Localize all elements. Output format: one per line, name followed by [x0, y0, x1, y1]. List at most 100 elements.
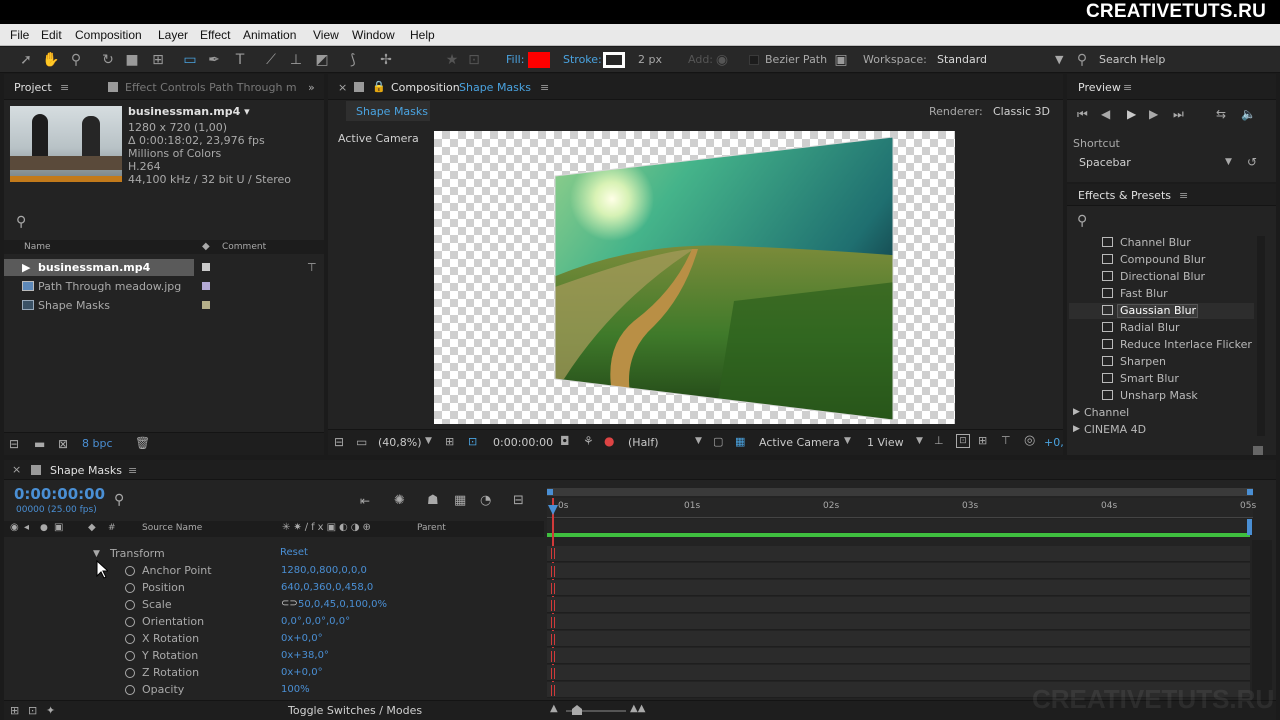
keyframe-indicator[interactable]	[551, 583, 555, 594]
label-tag-icon[interactable]: ◆	[88, 522, 96, 533]
draft-3d-icon[interactable]: ✺	[394, 493, 405, 508]
effect-item[interactable]: Directional Blur	[1102, 270, 1205, 283]
solo-icon[interactable]: ●	[40, 523, 48, 533]
tab-effects-presets[interactable]: Effects & Presets	[1078, 189, 1171, 202]
stroke-width-value[interactable]: 2 px	[638, 53, 662, 66]
keyframe-indicator[interactable]	[551, 651, 555, 662]
expand-layer-switches-icon[interactable]: ⊞	[10, 704, 19, 717]
loop-icon[interactable]: ⇆	[1216, 107, 1226, 121]
time-ruler[interactable]	[547, 498, 1253, 518]
property-value[interactable]: 640,0,360,0,458,0	[281, 582, 373, 593]
property-value[interactable]: 0,0°,0,0°,0,0°	[281, 616, 350, 627]
stopwatch-icon[interactable]	[125, 634, 135, 644]
menu-edit[interactable]: Edit	[41, 28, 62, 42]
property-value[interactable]: 1280,0,800,0,0,0	[281, 565, 367, 576]
tab-project[interactable]: Project	[14, 81, 52, 94]
search-icon[interactable]: ⚲	[1077, 213, 1087, 229]
workspace-select[interactable]: Standard	[937, 53, 987, 66]
fill-swatch[interactable]	[528, 52, 550, 68]
column-name[interactable]: Name	[24, 242, 51, 252]
comp-mini-flowchart-icon[interactable]: ⇤	[360, 494, 370, 508]
pan-behind-tool-icon[interactable]: ⊞	[150, 52, 166, 68]
eye-icon[interactable]: ◉	[10, 522, 19, 533]
monitor-icon[interactable]: ▭	[356, 435, 367, 449]
work-area-start-handle[interactable]	[547, 489, 553, 495]
tab-timeline[interactable]: Shape Masks	[50, 464, 122, 477]
label-tag-icon[interactable]: ◆	[202, 241, 210, 252]
motion-blur-icon[interactable]: ◔	[480, 493, 491, 508]
previous-frame-icon[interactable]: ◀	[1101, 107, 1110, 121]
zoom-in-icon[interactable]: ▲▲	[630, 703, 645, 714]
switches-icons[interactable]: ✳✷∕fx▣◐◑⊕	[282, 522, 374, 533]
camera-tool-icon[interactable]: ■	[124, 52, 140, 68]
lock-icon[interactable]: ▣	[54, 522, 63, 533]
transfer-controls-icon[interactable]: ⊡	[28, 704, 37, 717]
bezier-checkbox[interactable]	[749, 55, 759, 65]
chevron-down-icon[interactable]: ▼	[844, 436, 851, 446]
audio-icon[interactable]: 🔈	[1241, 107, 1256, 121]
timeline-icon[interactable]: ⊞	[978, 434, 987, 447]
chevron-right-icon[interactable]: »	[308, 81, 315, 94]
menu-view[interactable]: View	[313, 28, 339, 42]
frame-blending-icon[interactable]: ▦	[454, 493, 466, 508]
effect-item[interactable]: Sharpen	[1102, 355, 1166, 368]
collapse-arrow-icon[interactable]: ▼	[93, 549, 100, 559]
shy-icon[interactable]: ☗	[427, 493, 439, 508]
panel-menu-icon[interactable]: ≡	[1123, 81, 1132, 94]
label-color-swatch[interactable]	[202, 282, 210, 290]
type-tool-icon[interactable]: T	[232, 52, 248, 68]
graph-editor-icon[interactable]: ⊟	[513, 493, 524, 508]
tab-preview[interactable]: Preview	[1078, 81, 1121, 94]
stopwatch-icon[interactable]	[125, 685, 135, 695]
camera-view-select[interactable]: Active Camera	[759, 436, 840, 449]
effect-item[interactable]: Radial Blur	[1102, 321, 1180, 334]
folder-icon[interactable]: ▬	[34, 437, 45, 451]
shortcut-select[interactable]: Spacebar	[1079, 156, 1131, 169]
last-frame-icon[interactable]: ⏭	[1173, 107, 1184, 122]
toggle-pixel-aspect-icon[interactable]: ⊥	[934, 434, 944, 447]
layer-duration-bar[interactable]	[547, 533, 1250, 537]
stopwatch-icon[interactable]	[125, 617, 135, 627]
zoom-out-icon[interactable]: ▲	[550, 703, 558, 714]
stopwatch-icon[interactable]	[125, 668, 135, 678]
toggle-switches-modes-button[interactable]: Toggle Switches / Modes	[288, 704, 422, 717]
property-value[interactable]: 100%	[281, 684, 310, 695]
flowchart-icon[interactable]: ⊤	[1001, 434, 1011, 447]
tab-composition-name[interactable]: Shape Masks	[459, 81, 531, 94]
in-out-icon[interactable]: ✦	[46, 704, 55, 717]
hand-tool-icon[interactable]: ✋	[42, 52, 59, 68]
resolution-select[interactable]: (Half)	[628, 436, 659, 449]
grid-icon[interactable]: ⊡	[468, 435, 477, 448]
chevron-down-icon[interactable]: ▼	[1055, 53, 1063, 66]
footage-name[interactable]: businessman.mp4 ▾	[128, 105, 250, 118]
property-value[interactable]: 0x+0,0°	[281, 667, 323, 678]
project-item[interactable]: businessman.mp4	[38, 261, 150, 274]
effect-item[interactable]: Unsharp Mask	[1102, 389, 1198, 402]
clone-stamp-tool-icon[interactable]: ⊥	[288, 52, 304, 68]
keyframe-indicator[interactable]	[551, 600, 555, 611]
effect-item[interactable]: Fast Blur	[1102, 287, 1168, 300]
region-of-interest-icon[interactable]: ▢	[713, 435, 723, 448]
rectangle-tool-icon[interactable]: ▭	[182, 52, 198, 68]
project-item[interactable]: Path Through meadow.jpg	[38, 280, 181, 293]
menu-animation[interactable]: Animation	[243, 28, 296, 42]
workspace-layout-icon[interactable]: ▣	[833, 52, 849, 68]
effect-item[interactable]: Compound Blur	[1102, 253, 1205, 266]
chevron-down-icon[interactable]: ▼	[695, 436, 702, 446]
reset-link[interactable]: Reset	[280, 547, 308, 558]
keyframe-indicator[interactable]	[551, 548, 555, 559]
color-channels-icon[interactable]: ●	[604, 434, 614, 448]
selection-tool-icon[interactable]: ➚	[18, 52, 34, 68]
stopwatch-icon[interactable]	[125, 651, 135, 661]
show-snapshot-icon[interactable]: ⚘	[583, 434, 594, 448]
first-frame-icon[interactable]: ⏮	[1077, 107, 1088, 122]
timeline-scrollbar[interactable]	[1252, 540, 1272, 700]
effect-group[interactable]: CINEMA 4D	[1084, 423, 1146, 436]
comp-navigator-tab[interactable]: Shape Masks	[346, 101, 430, 121]
panel-menu-icon[interactable]: ≡	[128, 464, 137, 477]
lock-icon[interactable]	[108, 82, 118, 92]
work-area-bar[interactable]	[547, 488, 1253, 496]
effect-item[interactable]: Smart Blur	[1102, 372, 1179, 385]
label-color-swatch[interactable]	[202, 263, 210, 271]
zoom-tool-icon[interactable]: ⚲	[68, 52, 84, 68]
